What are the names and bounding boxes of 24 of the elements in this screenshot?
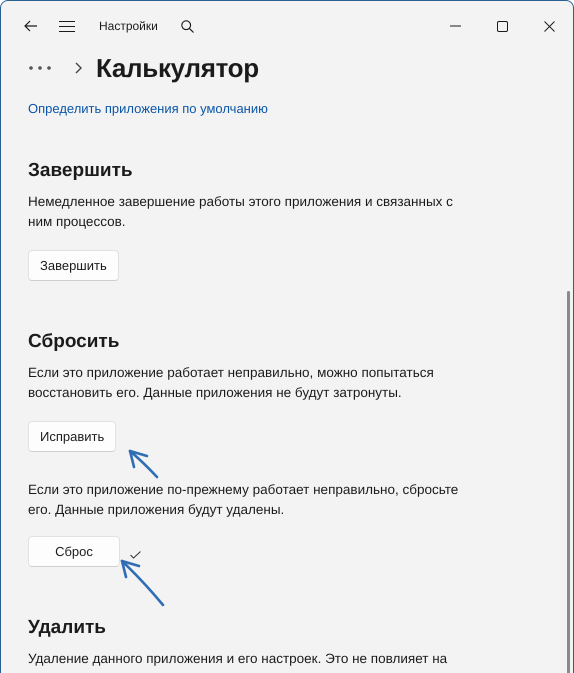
- section-heading: Сбросить: [28, 330, 120, 354]
- section-description: Немедленное завершение работы этого приложения и связанных с ним процессов.: [28, 193, 454, 231]
- page-title: Калькулятор: [96, 52, 259, 84]
- minimize-icon: [450, 25, 461, 27]
- window-title: Настройки: [99, 19, 158, 33]
- search-icon: [181, 20, 194, 32]
- section-heading: Удалить: [28, 616, 107, 640]
- back-icon: [24, 20, 38, 32]
- more-button[interactable]: [29, 66, 51, 70]
- scrollbar[interactable]: [567, 291, 570, 673]
- maximize-icon: [497, 20, 508, 32]
- action-button[interactable]: Сброс: [28, 536, 120, 567]
- arrow-drawing: [128, 450, 158, 478]
- action-button[interactable]: Исправить: [28, 421, 116, 452]
- close-icon: [544, 20, 555, 32]
- default-apps-link[interactable]: Определить приложения по умолчанию: [28, 101, 268, 116]
- section-description: Если это приложение работает неправильно, можно попытаться восстановить его. Данные приложения не будут затронуты.: [28, 364, 435, 402]
- section-heading: Завершить: [28, 159, 134, 183]
- menu-icon: [59, 20, 75, 32]
- section-description: Если это приложение по-прежнему работает неправильно, сбросьте его. Данные приложения будут удалены.: [28, 481, 460, 519]
- chevron-icon: [75, 62, 82, 74]
- section-description: Удаление данного приложения и его настроек. Это не повлияет на: [28, 650, 448, 668]
- arrow-drawing: [120, 560, 164, 606]
- action-button[interactable]: Завершить: [28, 250, 119, 281]
